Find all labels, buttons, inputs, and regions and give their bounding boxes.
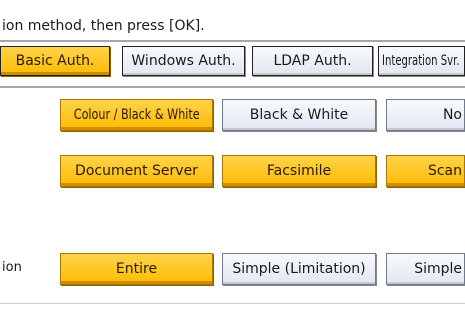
simple-limitation-label: Simple (Limitation)	[232, 261, 366, 277]
entire-label: Entire	[115, 261, 158, 277]
no-button[interactable]: No	[386, 99, 465, 131]
scanner-label: Scan	[427, 163, 462, 179]
simple-button[interactable]: Simple	[386, 253, 465, 285]
tab-integration-svr-label: Integration Svr.	[382, 53, 460, 69]
auth-method-tabs: Basic Auth. Windows Auth. LDAP Auth. Int…	[0, 45, 465, 81]
black-white-button[interactable]: Black & White	[222, 99, 376, 131]
document-server-button[interactable]: Document Server	[60, 155, 213, 187]
simple-limitation-button[interactable]: Simple (Limitation)	[222, 253, 376, 285]
tab-windows-auth-label: Windows Auth.	[131, 53, 236, 69]
black-white-label: Black & White	[249, 107, 349, 123]
scanner-button[interactable]: Scan	[386, 155, 465, 187]
entire-button[interactable]: Entire	[60, 253, 213, 285]
tab-ldap-auth-label: LDAP Auth.	[273, 53, 352, 69]
divider-bottom	[0, 303, 465, 304]
instruction-bar: ion method, then press [OK].	[0, 0, 465, 40]
simple-label: Simple	[414, 261, 462, 277]
divider-top	[0, 40, 465, 42]
colour-black-white-label: Colour / Black & White	[73, 107, 200, 123]
colour-black-white-button[interactable]: Colour / Black & White	[60, 99, 213, 131]
tab-integration-svr[interactable]: Integration Svr.	[378, 46, 465, 76]
facsimile-label: Facsimile	[266, 163, 332, 179]
document-server-label: Document Server	[75, 163, 198, 179]
tab-ldap-auth[interactable]: LDAP Auth.	[252, 46, 373, 76]
instruction-text: ion method, then press [OK].	[2, 18, 205, 34]
tab-windows-auth[interactable]: Windows Auth.	[122, 46, 245, 76]
tab-basic-auth-label: Basic Auth.	[15, 53, 95, 69]
facsimile-button[interactable]: Facsimile	[222, 155, 376, 187]
divider-tabs	[0, 86, 465, 88]
range-row-label: ion	[2, 260, 22, 275]
tab-basic-auth[interactable]: Basic Auth.	[0, 46, 110, 76]
no-label: No	[442, 107, 462, 123]
